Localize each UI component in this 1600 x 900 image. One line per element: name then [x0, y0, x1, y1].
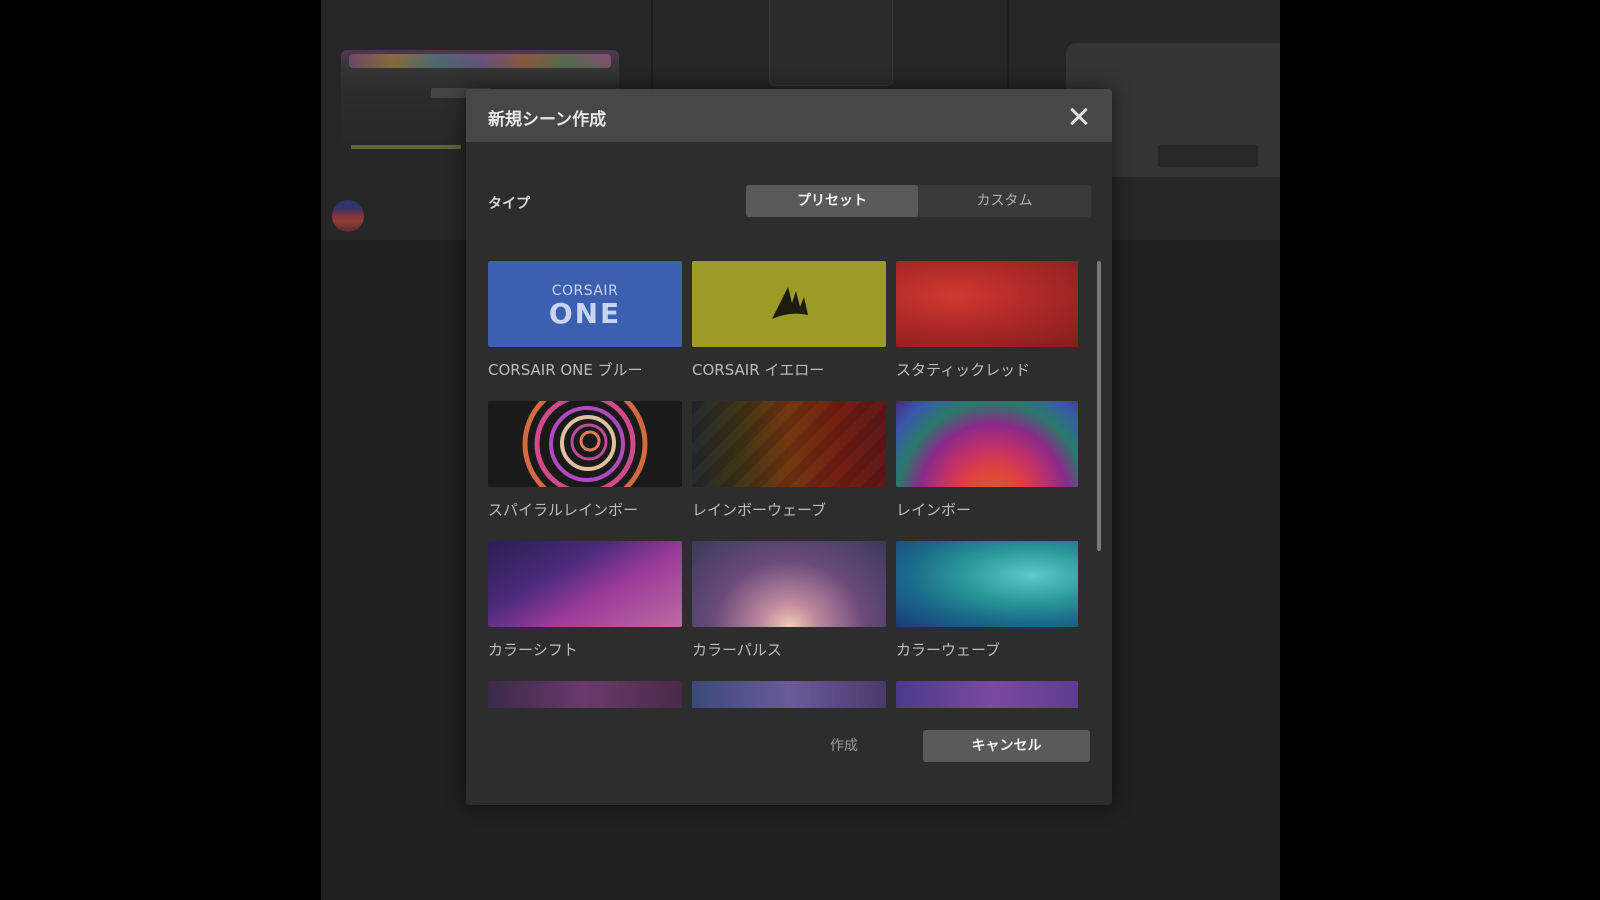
preset-label: カラーシフト	[488, 641, 578, 659]
corsair-sails-icon	[772, 287, 808, 319]
tab-custom[interactable]: カスタム	[918, 185, 1091, 217]
preset-thumbnail	[692, 401, 886, 487]
preset-thumbnail	[488, 541, 682, 627]
preset-label: レインボー	[896, 501, 972, 519]
preset-tile-partial[interactable]	[692, 681, 886, 708]
create-button[interactable]: 作成	[758, 730, 930, 762]
preset-tile-partial[interactable]	[896, 681, 1078, 708]
scrollbar-thumb[interactable]	[1097, 261, 1101, 551]
spiral-graphic	[522, 401, 648, 487]
preset-tile-color-wave[interactable]: カラーウェーブ	[896, 541, 1078, 660]
preset-thumbnail	[692, 261, 886, 347]
dialog-title: 新規シーン作成	[488, 110, 607, 130]
preset-thumbnail	[488, 681, 682, 708]
preset-grid: CORSAIR ONE CORSAIR ONE ブルー CORSAIR イエロー…	[488, 261, 1078, 708]
preset-thumbnail	[692, 541, 886, 627]
preset-thumbnail	[896, 541, 1078, 627]
preset-label: CORSAIR イエロー	[692, 361, 825, 379]
preset-tile-rainbow[interactable]: レインボー	[896, 401, 1078, 520]
preset-tile-partial[interactable]	[488, 681, 682, 708]
dialog-header: 新規シーン作成	[466, 89, 1112, 142]
one-logo-text: ONE	[548, 297, 622, 330]
preset-label: カラーパルス	[692, 641, 782, 659]
preset-thumbnail	[692, 681, 886, 708]
preset-label: スタティックレッド	[896, 361, 1031, 379]
preset-tile-color-shift[interactable]: カラーシフト	[488, 541, 682, 660]
preset-scrollbar[interactable]	[1097, 261, 1101, 708]
cancel-button[interactable]: キャンセル	[923, 730, 1090, 762]
preset-tile-static-red[interactable]: スタティックレッド	[896, 261, 1078, 380]
type-segmented-control: プリセット カスタム	[746, 185, 1091, 217]
preset-tile-spiral-rainbow[interactable]: スパイラルレインボー	[488, 401, 682, 520]
new-scene-dialog: 新規シーン作成 タイプ プリセット カスタム CORSAIR ONE CORSA…	[466, 89, 1112, 805]
preset-label: カラーウェーブ	[896, 641, 1001, 659]
preset-thumbnail	[896, 401, 1078, 487]
close-icon[interactable]	[1064, 101, 1094, 131]
preset-tile-corsair-one-blue[interactable]: CORSAIR ONE CORSAIR ONE ブルー	[488, 261, 682, 380]
preset-thumbnail: CORSAIR ONE	[488, 261, 682, 347]
preset-thumbnail	[896, 681, 1078, 708]
preset-thumbnail	[896, 261, 1078, 347]
preset-tile-color-pulse[interactable]: カラーパルス	[692, 541, 886, 660]
tab-preset[interactable]: プリセット	[746, 185, 918, 217]
preset-label: スパイラルレインボー	[488, 501, 639, 519]
preset-tile-corsair-yellow[interactable]: CORSAIR イエロー	[692, 261, 886, 380]
preset-thumbnail	[488, 401, 682, 487]
preset-label: CORSAIR ONE ブルー	[488, 361, 643, 379]
preset-tile-rainbow-wave[interactable]: レインボーウェーブ	[692, 401, 886, 520]
type-label: タイプ	[488, 196, 530, 212]
preset-label: レインボーウェーブ	[692, 501, 827, 519]
